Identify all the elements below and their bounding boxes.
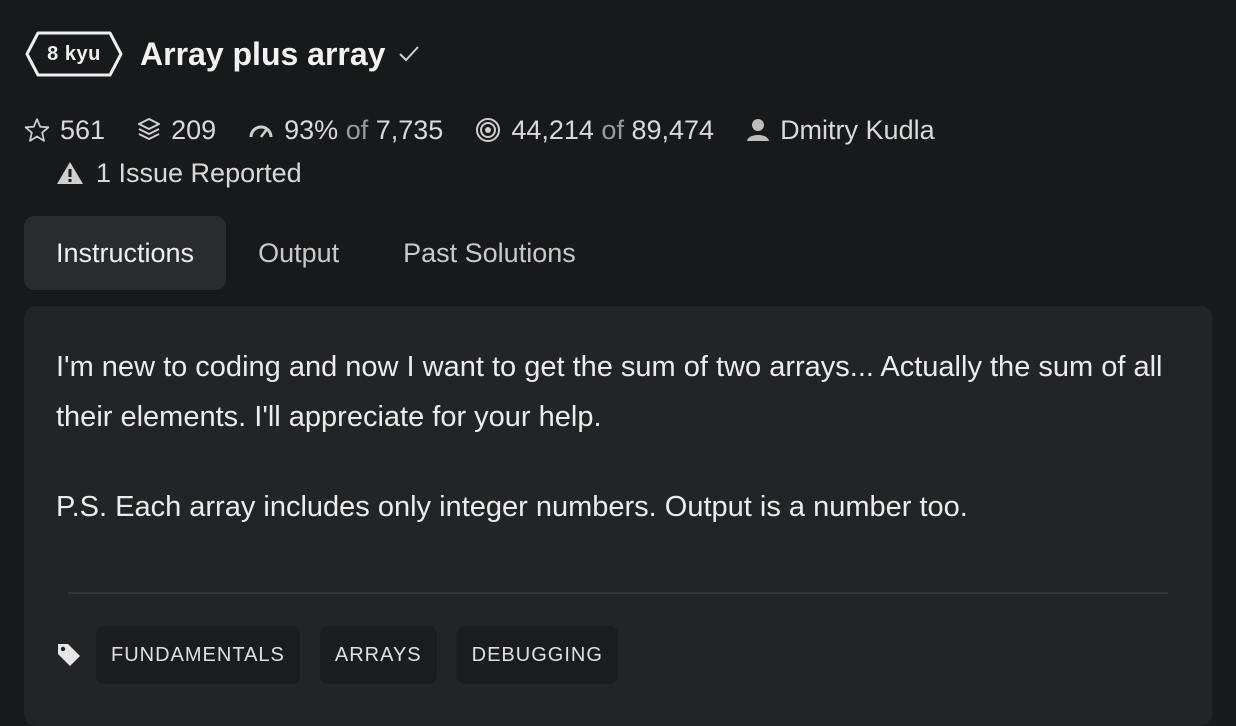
gauge-icon — [249, 125, 273, 138]
stars-stat[interactable]: 561 — [24, 115, 105, 146]
satisfaction-of: of — [345, 114, 369, 145]
kata-header: 8 kyu Array plus array — [24, 30, 421, 78]
stars-count: 561 — [60, 114, 106, 145]
warning-icon — [57, 162, 83, 184]
description-paragraph-2: P.S. Each array includes only integer nu… — [56, 491, 968, 523]
rank-label: 8 kyu — [47, 42, 101, 65]
tag-debugging[interactable]: DEBUGGING — [456, 626, 618, 684]
issues-label[interactable]: 1 Issue Reported — [96, 158, 302, 189]
kata-description: I'm new to coding and now I want to get … — [56, 342, 1186, 532]
completion-stat: 44,214 of 89,474 — [475, 115, 714, 146]
issues-reported[interactable]: 1 Issue Reported — [56, 155, 302, 191]
collections-stat[interactable]: 209 — [137, 115, 216, 146]
tag-list: FUNDAMENTALS ARRAYS DEBUGGING — [56, 626, 638, 684]
divider — [68, 592, 1168, 594]
user-icon — [747, 119, 770, 141]
tab-instructions[interactable]: Instructions — [24, 216, 227, 290]
star-icon — [24, 118, 50, 142]
kata-title[interactable]: Array plus array — [140, 36, 385, 73]
completed-count: 44,214 — [511, 114, 594, 145]
target-icon — [476, 118, 501, 142]
kata-stats: 561 209 93% of 7,735 44,214 of 89,474 Dm… — [24, 112, 967, 148]
tag-fundamentals[interactable]: FUNDAMENTALS — [96, 626, 300, 684]
layers-icon — [138, 118, 161, 140]
tab-output[interactable]: Output — [226, 216, 371, 290]
kata-tabs: Instructions Output Past Solutions — [24, 216, 608, 290]
check-icon — [397, 44, 421, 64]
author-name[interactable]: Dmitry Kudla — [780, 115, 935, 146]
satisfaction-percent: 93% — [284, 114, 339, 145]
description-paragraph-1: I'm new to coding and now I want to get … — [56, 351, 1163, 433]
tag-arrays[interactable]: ARRAYS — [319, 626, 437, 684]
rank-badge: 8 kyu — [24, 30, 124, 78]
completed-of: of — [601, 114, 624, 145]
instructions-panel: I'm new to coding and now I want to get … — [24, 306, 1212, 726]
collections-count: 209 — [171, 114, 217, 145]
attempted-count: 89,474 — [631, 114, 715, 145]
tag-icon — [56, 642, 82, 668]
tab-past-solutions[interactable]: Past Solutions — [371, 216, 608, 290]
satisfaction-votes: 7,735 — [375, 114, 444, 145]
author-stat[interactable]: Dmitry Kudla — [746, 115, 935, 146]
satisfaction-stat: 93% of 7,735 — [248, 115, 443, 146]
